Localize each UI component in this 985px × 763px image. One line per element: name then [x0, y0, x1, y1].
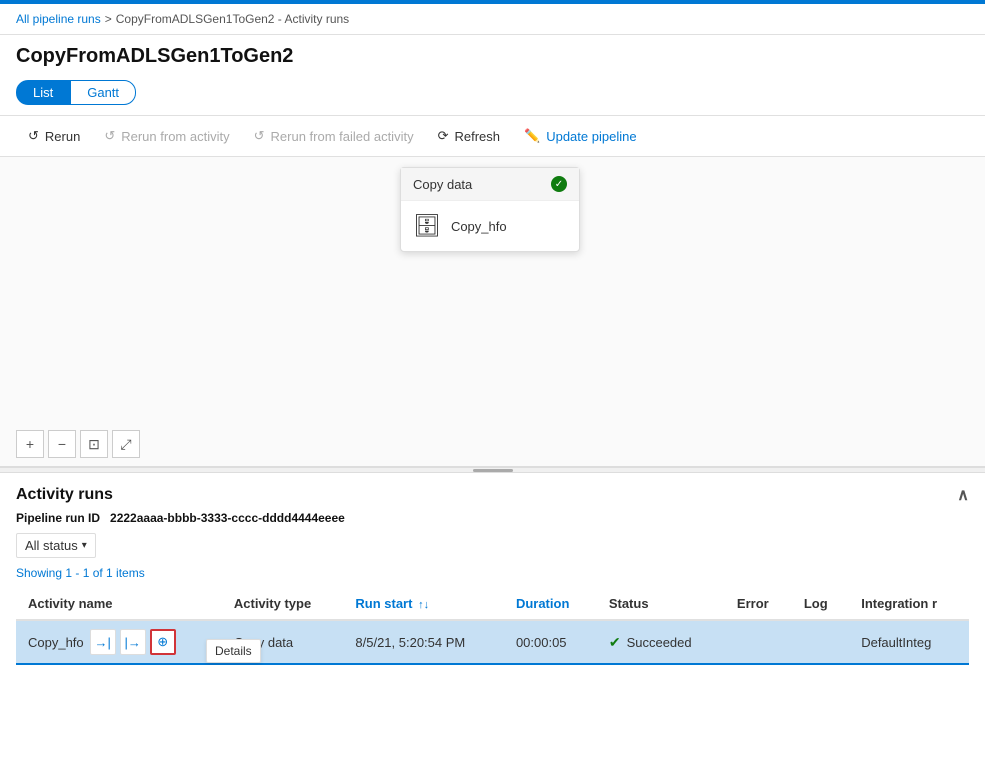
copy-data-icon: 🗄 [413, 213, 441, 239]
status-success: ✔ Succeeded [609, 634, 713, 651]
col-activity-type: Activity type [222, 588, 344, 620]
rerun-from-failed-label: Rerun from failed activity [271, 129, 414, 144]
refresh-icon: ⟳ [438, 128, 449, 144]
col-status: Status [597, 588, 725, 620]
breadcrumb-link[interactable]: All pipeline runs [16, 12, 101, 26]
refresh-button[interactable]: ⟳ Refresh [426, 122, 512, 150]
runs-title: Activity runs ∧ [16, 485, 969, 505]
row-actions: →| |→ ⊕ [90, 629, 176, 655]
breadcrumb: All pipeline runs > CopyFromADLSGen1ToGe… [0, 4, 985, 35]
cell-integration: DefaultInteg [849, 620, 969, 664]
col-error: Error [725, 588, 792, 620]
canvas-area: Copy data ✓ 🗄 Copy_hfo + − ⊡ ⤢ [0, 157, 985, 467]
list-view-button[interactable]: List [16, 80, 70, 105]
status-filter-label: All status [25, 538, 78, 553]
cell-run-start: 8/5/21, 5:20:54 PM [343, 620, 504, 664]
zoom-in-button[interactable]: + [16, 430, 44, 458]
pipeline-run-id-label: Pipeline run ID [16, 511, 100, 525]
col-activity-name: Activity name [16, 588, 222, 620]
gantt-view-button[interactable]: Gantt [70, 80, 136, 105]
pipeline-run-id-value: 2222aaaa-bbbb-3333-cccc-dddd4444eeee [110, 511, 345, 525]
status-text: Succeeded [627, 635, 692, 650]
popup-header-text: Copy data [413, 177, 472, 192]
cell-log [792, 620, 849, 664]
success-icon: ✔ [609, 634, 621, 651]
popup-success-icon: ✓ [551, 176, 567, 192]
sort-icon: ↑↓ [418, 599, 429, 611]
canvas-controls: + − ⊡ ⤢ [16, 430, 140, 458]
activity-name-value: Copy_hfo [28, 635, 84, 650]
update-pipeline-label: Update pipeline [546, 129, 636, 144]
rerun-button[interactable]: ↺ Rerun [16, 122, 92, 150]
table-row: Copy_hfo →| |→ ⊕ Details Copy data 8/5/2… [16, 620, 969, 664]
showing-text: Showing 1 - 1 of 1 items [16, 566, 969, 580]
update-pipeline-button[interactable]: ✏️ Update pipeline [512, 122, 649, 150]
view-toggle: List Gantt [0, 74, 985, 111]
status-filter: All status ▾ [16, 533, 969, 558]
zoom-out-button[interactable]: − [48, 430, 76, 458]
status-filter-button[interactable]: All status ▾ [16, 533, 96, 558]
cell-activity-name: Copy_hfo →| |→ ⊕ Details [16, 620, 222, 664]
activity-popup: Copy data ✓ 🗄 Copy_hfo [400, 167, 580, 252]
fit-to-screen-button[interactable]: ⊡ [80, 430, 108, 458]
rerun-icon: ↺ [28, 128, 39, 144]
col-duration[interactable]: Duration [504, 588, 597, 620]
cell-error [725, 620, 792, 664]
collapse-icon[interactable]: ∧ [957, 485, 969, 505]
activity-runs-table: Activity name Activity type Run start ↑↓… [16, 588, 969, 665]
cell-duration: 00:00:05 [504, 620, 597, 664]
popup-body: 🗄 Copy_hfo [401, 201, 579, 251]
expand-button[interactable]: ⤢ [112, 430, 140, 458]
page-title: CopyFromADLSGen1ToGen2 [0, 35, 985, 74]
rerun-from-activity-icon: ↺ [104, 128, 115, 144]
cell-status: ✔ Succeeded [597, 620, 725, 664]
popup-activity-name: Copy_hfo [451, 219, 507, 234]
rerun-from-activity-button[interactable]: ↺ Rerun from activity [92, 122, 241, 150]
divider-handle [473, 469, 513, 472]
breadcrumb-separator: > [105, 12, 112, 26]
pipeline-run-id: Pipeline run ID 2222aaaa-bbbb-3333-cccc-… [16, 511, 969, 525]
activity-runs-label: Activity runs [16, 486, 113, 504]
details-tooltip: Details [206, 639, 261, 663]
refresh-label: Refresh [454, 129, 500, 144]
col-integration: Integration r [849, 588, 969, 620]
breadcrumb-current: CopyFromADLSGen1ToGen2 - Activity runs [116, 12, 349, 26]
col-log: Log [792, 588, 849, 620]
toolbar: ↺ Rerun ↺ Rerun from activity ↺ Rerun fr… [0, 115, 985, 157]
table-container: Activity name Activity type Run start ↑↓… [16, 588, 969, 665]
runs-section: Activity runs ∧ Pipeline run ID 2222aaaa… [0, 473, 985, 677]
row-action-input-button[interactable]: →| [90, 629, 116, 655]
rerun-from-failed-icon: ↺ [254, 128, 265, 144]
update-pipeline-icon: ✏️ [524, 128, 540, 144]
row-action-output-button[interactable]: |→ [120, 629, 146, 655]
rerun-from-activity-label: Rerun from activity [121, 129, 229, 144]
chevron-down-icon: ▾ [82, 540, 87, 551]
row-action-details-button[interactable]: ⊕ [150, 629, 176, 655]
popup-header: Copy data ✓ [401, 168, 579, 201]
rerun-from-failed-button[interactable]: ↺ Rerun from failed activity [242, 122, 426, 150]
rerun-label: Rerun [45, 129, 80, 144]
col-run-start[interactable]: Run start ↑↓ [343, 588, 504, 620]
